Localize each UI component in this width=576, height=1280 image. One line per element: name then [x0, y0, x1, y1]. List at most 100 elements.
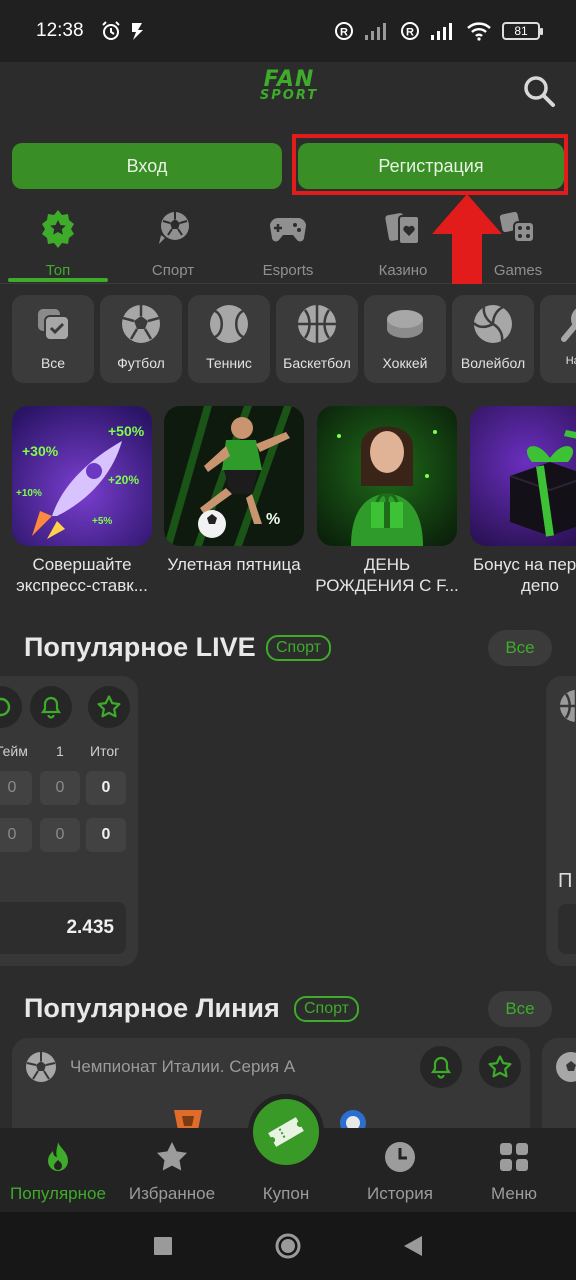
coupon-button[interactable]	[248, 1094, 324, 1170]
basketball-icon	[298, 305, 336, 343]
cards-icon	[385, 213, 420, 245]
next-card-text: П	[558, 870, 573, 892]
nav-label: Популярное	[10, 1184, 106, 1203]
svg-text:R: R	[340, 27, 348, 39]
roaming-icon: R	[335, 22, 353, 40]
popular-line-all-button[interactable]: Все	[488, 991, 552, 1027]
wifi-icon	[467, 22, 491, 41]
tab-label: Esports	[262, 262, 314, 279]
fansport-logo[interactable]: FAN SPORT	[244, 67, 334, 108]
column-header: Итог	[90, 743, 120, 759]
promo-badge: +30%	[22, 443, 59, 459]
promo-title: ДЕНЬ РОЖДЕНИЯ С F...	[315, 555, 459, 595]
app-screen: 12:38 R R 81 FAN SPORT Вход Регистрация …	[0, 0, 576, 1280]
promo-image-rocket: +30% +50% +10% +20% +5%	[12, 406, 152, 546]
chip-label: Хоккей	[382, 355, 428, 371]
register-highlight-box	[292, 134, 568, 195]
soccer-ball-icon	[159, 212, 189, 244]
status-bar: 12:38 R R 81	[0, 0, 576, 62]
promo-card-deposit[interactable]: Бонус на первый депо	[470, 406, 576, 596]
team-logo-away	[340, 1110, 366, 1130]
promo-image-giftbox	[470, 406, 576, 546]
score-cell: 0	[0, 818, 32, 852]
volleyball-icon	[473, 305, 512, 343]
chip-all[interactable]: Все	[12, 295, 94, 383]
roaming-icon-2: R	[401, 22, 419, 40]
chip-label: Волейбол	[460, 355, 526, 371]
grid-icon	[500, 1143, 528, 1171]
chip-table-tennis[interactable]: Насто	[540, 295, 576, 383]
all-sports-icon	[38, 309, 70, 341]
next-card-odd[interactable]	[558, 904, 576, 954]
soccer-ball-icon	[122, 305, 160, 343]
basketball-icon	[560, 690, 576, 722]
app-notification-icon	[131, 23, 143, 40]
promo-title: Улетная пятница	[167, 555, 301, 574]
table-tennis-icon	[561, 308, 576, 342]
soccer-ball-icon	[556, 1052, 576, 1082]
battery-icon: 81	[502, 22, 543, 40]
battery-level: 81	[514, 24, 528, 38]
promo-title: Бонус на первый депо	[473, 555, 576, 595]
back-icon[interactable]	[402, 1234, 424, 1258]
star-outline-icon[interactable]	[479, 1046, 521, 1088]
system-navigation-bar	[0, 1212, 576, 1280]
ticket-icon	[268, 1117, 304, 1147]
recent-apps-icon[interactable]	[153, 1236, 173, 1256]
chip-label: Все	[40, 355, 66, 371]
promo-badge: +10%	[16, 488, 42, 499]
popular-line-title: Популярное Линия	[24, 993, 280, 1023]
promo-image-footballer: %	[164, 406, 304, 546]
soccer-ball-icon	[26, 1052, 56, 1082]
nav-menu[interactable]: Меню	[456, 1128, 572, 1212]
league-name: Чемпионат Италии. Серия А	[70, 1057, 296, 1076]
chip-basketball[interactable]: Баскетбол	[276, 295, 358, 383]
chip-label: Футбол	[117, 355, 165, 371]
hockey-puck-icon	[387, 310, 423, 338]
score-cell: 0	[40, 771, 80, 805]
chip-volleyball[interactable]: Волейбол	[452, 295, 534, 383]
chip-label: Теннис	[206, 355, 252, 371]
alarm-icon	[101, 21, 120, 40]
odd-button[interactable]: 2.435	[0, 902, 126, 954]
nav-label: Избранное	[128, 1184, 216, 1203]
nav-label: Купон	[262, 1184, 310, 1203]
flame-icon	[48, 1142, 68, 1171]
logo-line2: SPORT	[259, 88, 319, 103]
nav-favorites[interactable]: Избранное	[114, 1128, 230, 1212]
promo-card-friday[interactable]: % Улетная пятница	[164, 406, 304, 575]
promo-card-birthday[interactable]: ДЕНЬ РОЖДЕНИЯ С F...	[315, 406, 459, 596]
nav-history[interactable]: История	[342, 1128, 458, 1212]
dice-icon	[499, 211, 535, 243]
nav-popular[interactable]: Популярное	[0, 1128, 116, 1212]
nav-label: История	[367, 1184, 433, 1203]
popular-live-all-button[interactable]: Все	[488, 630, 552, 666]
status-time: 12:38	[36, 20, 84, 41]
chip-hockey[interactable]: Хоккей	[364, 295, 446, 383]
signal-weak-icon	[365, 23, 386, 40]
tab-label: Топ	[45, 262, 71, 279]
promo-badge: +5%	[92, 516, 112, 527]
svg-text:R: R	[406, 27, 414, 39]
logo-line1: FAN	[263, 67, 315, 92]
popular-live-sport-badge[interactable]: Спорт	[266, 635, 331, 661]
star-outline-icon[interactable]	[88, 686, 130, 728]
login-button[interactable]: Вход	[12, 143, 282, 189]
search-icon[interactable]	[522, 74, 556, 108]
promo-title: Совершайте экспресс-ставк...	[16, 555, 148, 595]
popular-line-sport-badge[interactable]: Спорт	[294, 996, 359, 1022]
sport-filter-chips: Все Футбол Теннис Баскетбол Хоккей Волей…	[12, 295, 576, 383]
bell-icon[interactable]	[420, 1046, 462, 1088]
promo-card-express[interactable]: +30% +50% +10% +20% +5% Совершайте экспр…	[12, 406, 152, 596]
chip-tennis[interactable]: Теннис	[188, 295, 270, 383]
bell-icon[interactable]	[30, 686, 72, 728]
tab-sport[interactable]: Спорт	[118, 200, 228, 284]
tab-label: Спорт	[151, 262, 195, 279]
home-icon[interactable]	[274, 1232, 302, 1260]
tab-top[interactable]: Топ	[3, 200, 113, 284]
score-cell: 0	[0, 771, 32, 805]
chip-football[interactable]: Футбол	[100, 295, 182, 383]
chip-label: Насто	[565, 355, 576, 367]
tab-esports[interactable]: Esports	[233, 200, 343, 284]
active-tab-indicator	[8, 278, 108, 282]
